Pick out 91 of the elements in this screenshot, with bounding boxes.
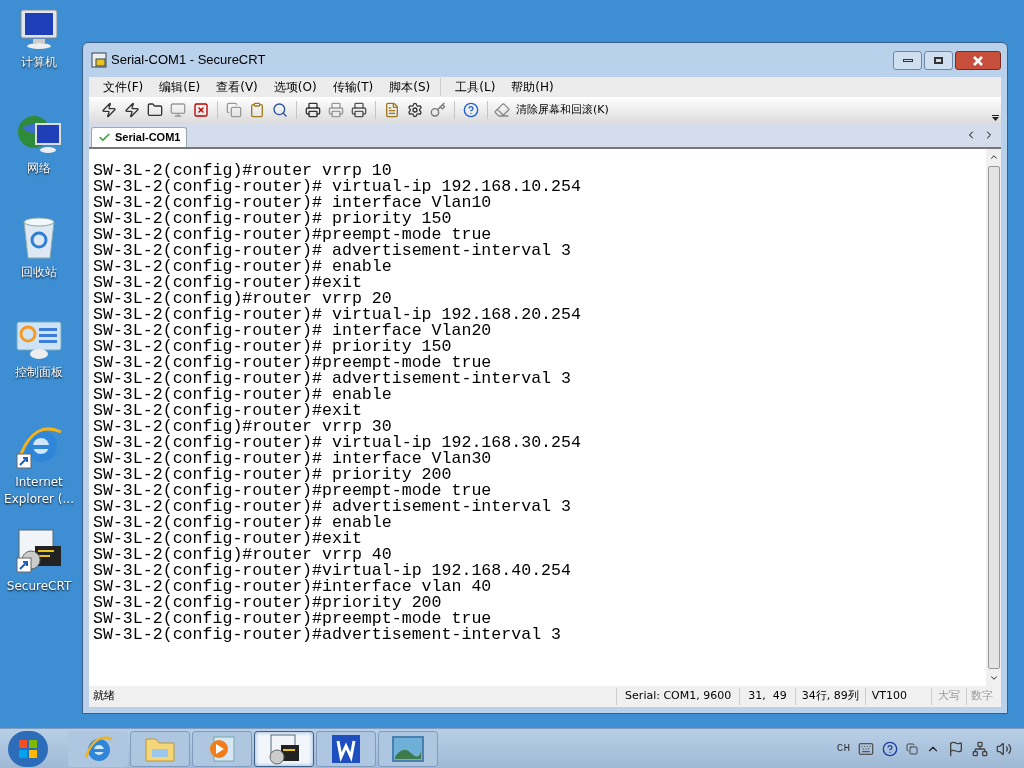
- w-logo-icon: [331, 733, 361, 764]
- recycle-bin-icon: [21, 216, 57, 260]
- flag-icon[interactable]: [948, 740, 964, 757]
- terminal-app-icon: [15, 528, 63, 574]
- terminal-line: SW-3L-2(config-router)#preempt-mode true: [93, 355, 492, 371]
- terminal-line: SW-3L-2(config)#router vrrp 30: [93, 419, 392, 435]
- window-title: Serial-COM1 - SecureCRT: [111, 51, 266, 70]
- settings-icon[interactable]: [407, 102, 423, 118]
- help-icon[interactable]: [463, 102, 479, 118]
- print-selection-icon[interactable]: [328, 102, 344, 118]
- landscape-image-icon: [391, 734, 425, 763]
- terminal-line: SW-3L-2(config-router)# interface Vlan20: [93, 323, 493, 339]
- copy-icon[interactable]: [226, 102, 242, 118]
- folder-icon[interactable]: [147, 102, 163, 118]
- printer-icon[interactable]: [351, 102, 367, 118]
- num-lock-indicator: 数字: [966, 688, 1001, 705]
- terminal-line: SW-3L-2(config-router)# virtual-ip 192.168.30.254: [93, 435, 582, 451]
- menu-item[interactable]: 选项(O): [273, 78, 317, 96]
- terminal-line: SW-3L-2(config-router)#exit: [93, 403, 363, 419]
- menu-item[interactable]: 查看(V): [216, 78, 258, 96]
- terminal-line: SW-3L-2(config-router)# enable: [93, 259, 393, 275]
- windows-logo-icon: [18, 738, 38, 759]
- print-screen-icon[interactable]: [305, 102, 321, 118]
- play-icon: [208, 734, 236, 763]
- paste-icon[interactable]: [249, 102, 265, 118]
- app-window-icon: [91, 52, 107, 68]
- menu-item[interactable]: 编辑(E): [159, 78, 201, 96]
- terminal-size: 34行, 89列: [794, 688, 865, 705]
- browser-e-icon: [15, 424, 63, 470]
- maximize-button[interactable]: [924, 51, 953, 70]
- terminal-line: SW-3L-2(config)#router vrrp 40: [93, 547, 392, 563]
- terminal-line: SW-3L-2(config-router)# priority 200: [93, 467, 453, 483]
- terminal-line: SW-3L-2(config-router)#exit: [93, 275, 363, 291]
- menu-item[interactable]: 脚本(S): [389, 78, 431, 96]
- terminal-line: SW-3L-2(config-router)# advertisement-interval 3: [93, 499, 572, 515]
- terminal-line: SW-3L-2(config-router)#advertisement-interval 3: [93, 627, 563, 643]
- close-button[interactable]: [955, 51, 1001, 70]
- terminal-line: SW-3L-2(config-router)# priority 150: [93, 339, 453, 355]
- menu-item[interactable]: 文件(F): [103, 78, 144, 96]
- menu-item[interactable]: 传输(T): [332, 78, 374, 96]
- key-icon[interactable]: [430, 102, 446, 118]
- terminal-line: SW-3L-2(config-router)#preempt-mode true: [93, 483, 492, 499]
- vertical-scrollbar[interactable]: [986, 149, 1001, 686]
- toolbar-overflow-icon[interactable]: [992, 115, 999, 121]
- speaker-icon[interactable]: [996, 740, 1012, 757]
- connection-status: Serial: COM1, 9600: [616, 688, 740, 705]
- taskbar-app-button[interactable]: [316, 730, 376, 767]
- terminal-line: SW-3L-2(config-router)# interface Vlan10: [93, 195, 493, 211]
- terminal-line: SW-3L-2(config-router)# enable: [93, 387, 393, 403]
- control-panel-icon: [15, 320, 63, 360]
- scroll-up-icon[interactable]: [988, 152, 999, 162]
- eraser-icon: [494, 102, 510, 118]
- search-icon[interactable]: [272, 102, 288, 118]
- caps-lock-indicator: 大写: [931, 688, 966, 705]
- menu-item[interactable]: 帮助(H): [511, 78, 554, 96]
- terminal-line: SW-3L-2(config-router)# enable: [93, 515, 393, 531]
- terminal-line: SW-3L-2(config-router)# virtual-ip 192.168.20.254: [93, 307, 582, 323]
- session-tab[interactable]: Serial-COM1: [91, 127, 188, 147]
- terminal-line: SW-3L-2(config-router)# advertisement-interval 3: [93, 371, 572, 387]
- help-icon[interactable]: [882, 740, 898, 757]
- minimize-button[interactable]: [893, 51, 922, 70]
- disconnect-icon[interactable]: [193, 102, 209, 118]
- keyboard-icon[interactable]: [858, 740, 874, 757]
- terminal-line: SW-3L-2(config-router)#exit: [93, 531, 363, 547]
- session-options-icon[interactable]: [384, 102, 400, 118]
- terminal-line: SW-3L-2(config)#router vrrp 10: [93, 163, 392, 179]
- terminal-line: SW-3L-2(config)#router vrrp 20: [93, 291, 392, 307]
- terminal-line: SW-3L-2(config-router)# priority 150: [93, 211, 453, 227]
- terminal-line: SW-3L-2(config-router)# advertisement-interval 3: [93, 243, 572, 259]
- scroll-thumb[interactable]: [987, 166, 1000, 669]
- network-icon[interactable]: [972, 740, 988, 757]
- terminal-line: SW-3L-2(config-router)#preempt-mode true: [93, 227, 492, 243]
- terminal-line: SW-3L-2(config-router)#virtual-ip 192.168.40.254: [93, 563, 572, 579]
- terminal-line: SW-3L-2(config-router)#preempt-mode true: [93, 611, 492, 627]
- connected-check-icon: [98, 131, 111, 144]
- terminal-app-icon: [267, 732, 301, 765]
- computer-icon: [17, 8, 61, 50]
- status-message: 就绪: [92, 688, 116, 705]
- menu-item[interactable]: 工具(L): [455, 78, 496, 96]
- start-button[interactable]: [8, 730, 48, 767]
- terminal-line: SW-3L-2(config-router)# virtual-ip 192.168.10.254: [93, 179, 582, 195]
- taskbar-app-button[interactable]: [254, 730, 314, 767]
- clear-screen-button[interactable]: 清除屏幕和回滚(K): [494, 101, 609, 119]
- input-language[interactable]: CH: [836, 740, 850, 757]
- cursor-position: 31, 49: [739, 688, 795, 705]
- scroll-down-icon[interactable]: [988, 673, 999, 683]
- emulation-type: VT100: [864, 688, 931, 705]
- terminal-line: SW-3L-2(config-router)#interface vlan 40: [93, 579, 493, 595]
- terminal-line: SW-3L-2(config-router)# interface Vlan30: [93, 451, 493, 467]
- terminal-line: SW-3L-2(config-router)#priority 200: [93, 595, 443, 611]
- close-icon: [973, 55, 983, 66]
